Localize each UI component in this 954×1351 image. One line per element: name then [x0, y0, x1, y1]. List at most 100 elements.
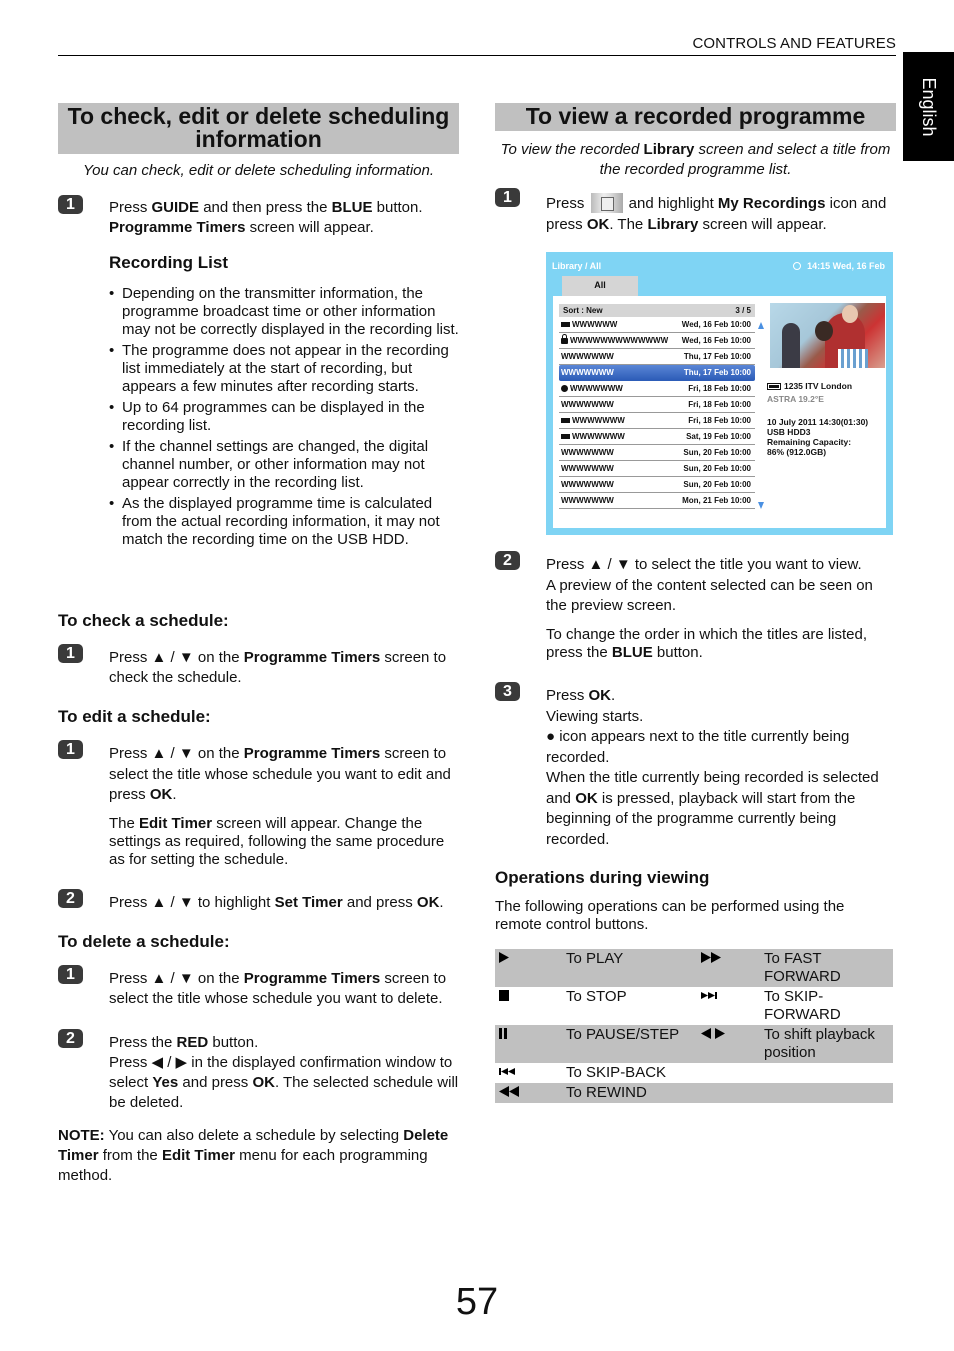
operation-label: To shift playback position — [764, 1026, 875, 1061]
recorded-datetime: 10 July 2011 14:30(01:30) — [767, 417, 869, 427]
step-badge-2: 2 — [58, 1029, 83, 1048]
language-tab: English — [903, 52, 954, 161]
radio-icon — [561, 321, 570, 327]
preview-image — [770, 303, 885, 368]
storage-device: USB HDD3 — [767, 427, 811, 437]
channel-icon — [767, 383, 781, 390]
operation-label: To FAST FORWARD — [764, 950, 841, 985]
page-number: 57 — [455, 1281, 499, 1323]
recording-date: Mon, 21 Feb 10:00 — [682, 495, 751, 505]
recording-list: Sort : New 3 / 5 WWWWWW Wed, 16 Feb 10:00 W… — [559, 304, 755, 509]
language-tab-label: English — [918, 76, 939, 137]
right-step1-text: Press and highlight My Recordings icon a… — [546, 193, 887, 233]
operations-intro: The following operations can be performe… — [495, 898, 845, 933]
right-step2-text: Press ▲ / ▼ to select the title you want… — [546, 556, 873, 614]
bullet-item: Depending on the transmitter information… — [109, 285, 461, 339]
library-breadcrumb: Library / All — [552, 261, 602, 271]
operations-row: To PLAY To FAST FORWARD — [495, 949, 893, 987]
recording-info: 1235 ITV London ASTRA 19.2°E 10 July 201… — [767, 381, 868, 457]
operations-row: To PAUSE/STEP To shift playback position — [495, 1025, 893, 1063]
capacity-value: 86% (912.0GB) — [767, 447, 827, 457]
step-badge-2: 2 — [495, 551, 520, 570]
operation-icon-cell — [697, 949, 761, 987]
delete-schedule-heading: To delete a schedule: — [58, 932, 230, 951]
skip-forward-icon — [700, 989, 722, 1003]
operation-icon-cell — [495, 1083, 563, 1103]
satellite-name: ASTRA 19.2°E — [767, 394, 824, 404]
delete-step2-text: Press the RED button. Press ◀ / ▶ in the… — [109, 1034, 459, 1111]
stop-icon — [498, 989, 510, 1003]
operation-icon-cell — [697, 987, 761, 1025]
recording-title: WWWWWWW — [561, 495, 614, 505]
bullet-item: The programme does not appear in the rec… — [109, 342, 461, 396]
step-badge-3: 3 — [495, 682, 520, 701]
step-badge-1: 1 — [58, 740, 83, 759]
fast-forward-icon — [700, 951, 722, 965]
library-screen: Library / All 14:15 Wed, 16 Feb All Sort… — [546, 252, 893, 535]
step-badge-1: 1 — [495, 188, 520, 207]
scroll-up-icon[interactable] — [758, 322, 764, 329]
skip-back-icon — [498, 1065, 520, 1079]
bullet-item: Up to 64 programmes can be displayed in … — [109, 399, 461, 435]
recording-dot-icon — [561, 384, 568, 392]
operation-icon-cell — [697, 1063, 761, 1083]
step-badge-1: 1 — [58, 195, 83, 214]
step-badge-1: 1 — [58, 965, 83, 984]
step-badge-1: 1 — [58, 644, 83, 663]
scroll-down-icon[interactable] — [758, 502, 764, 509]
operation-label — [761, 1083, 893, 1103]
check-step1-text: Press ▲ / ▼ on the Programme Timers scre… — [109, 649, 447, 686]
library-panel: Sort : New 3 / 5 WWWWWW Wed, 16 Feb 10:00 W… — [553, 296, 886, 528]
edit-note-text: The Edit Timer screen will appear. Chang… — [109, 815, 445, 868]
library-clock: 14:15 Wed, 16 Feb — [793, 256, 885, 276]
recording-list-heading: Recording List — [109, 253, 229, 272]
play-icon — [498, 951, 510, 965]
running-head: CONTROLS AND FEATURES — [692, 35, 896, 52]
lock-icon — [561, 334, 568, 345]
operation-icon-cell — [495, 1025, 563, 1063]
edit-step1-text: Press ▲ / ▼ on the Programme Timers scre… — [109, 745, 451, 803]
channel-name: 1235 ITV London — [784, 381, 853, 391]
capacity-label: Remaining Capacity: — [767, 437, 852, 447]
operations-row: To SKIP-BACK — [495, 1063, 893, 1083]
left-right-icon — [700, 1027, 728, 1041]
check-schedule-heading: To check a schedule: — [58, 611, 229, 630]
operation-icon-cell — [495, 987, 563, 1025]
right-step3-text: Press OK. Viewing starts. ● icon appears… — [546, 687, 879, 848]
left-intro: You can check, edit or delete scheduling… — [82, 162, 435, 179]
operation-label: To PLAY — [566, 950, 624, 967]
radio-icon — [561, 433, 570, 439]
operation-icon-cell — [495, 1063, 563, 1083]
pause-icon — [498, 1027, 510, 1041]
recording-row[interactable]: WWWWWWW Mon, 21 Feb 10:00 — [559, 493, 755, 509]
edit-step2-text: Press ▲ / ▼ to highlight Set Timer and p… — [109, 894, 444, 911]
operation-label — [761, 1063, 893, 1083]
right-step2-note: To change the order in which the titles … — [546, 626, 868, 661]
recording-list-bullets: Depending on the transmitter information… — [109, 285, 461, 552]
step-badge-2: 2 — [58, 889, 83, 908]
operation-icon-cell — [697, 1083, 761, 1103]
delete-step1-text: Press ▲ / ▼ on the Programme Timers scre… — [109, 970, 447, 1007]
operations-heading: Operations during viewing — [495, 868, 710, 887]
clock-icon — [793, 262, 802, 270]
bullet-item: If the channel settings are changed, the… — [109, 438, 461, 492]
operation-label: To REWIND — [566, 1084, 647, 1101]
left-step1-text: Press GUIDE and then press the BLUE butt… — [109, 199, 423, 236]
rewind-icon — [498, 1085, 520, 1099]
my-recordings-button-icon — [590, 193, 623, 213]
operations-row: To STOP To SKIP-FORWARD — [495, 987, 893, 1025]
operations-table: To PLAY To FAST FORWARD To STOP To SKIP-FOR… — [495, 949, 893, 1103]
left-section-title: To check, edit or delete scheduling info… — [58, 103, 459, 154]
radio-icon — [561, 417, 570, 423]
operation-icon-cell — [697, 1025, 761, 1063]
operation-label: To STOP — [566, 988, 627, 1005]
right-section-title: To view a recorded programme — [495, 103, 896, 131]
header-rule — [58, 55, 896, 56]
edit-schedule-heading: To edit a schedule: — [58, 707, 211, 726]
bullet-item: As the displayed programme time is calcu… — [109, 495, 461, 549]
operation-icon-cell — [495, 949, 563, 987]
right-intro: To view the recorded Library screen and … — [500, 141, 891, 178]
note-text: NOTE: You can also delete a schedule by … — [58, 1127, 449, 1184]
operations-row: To REWIND — [495, 1083, 893, 1103]
library-tab-all[interactable]: All — [562, 276, 638, 296]
